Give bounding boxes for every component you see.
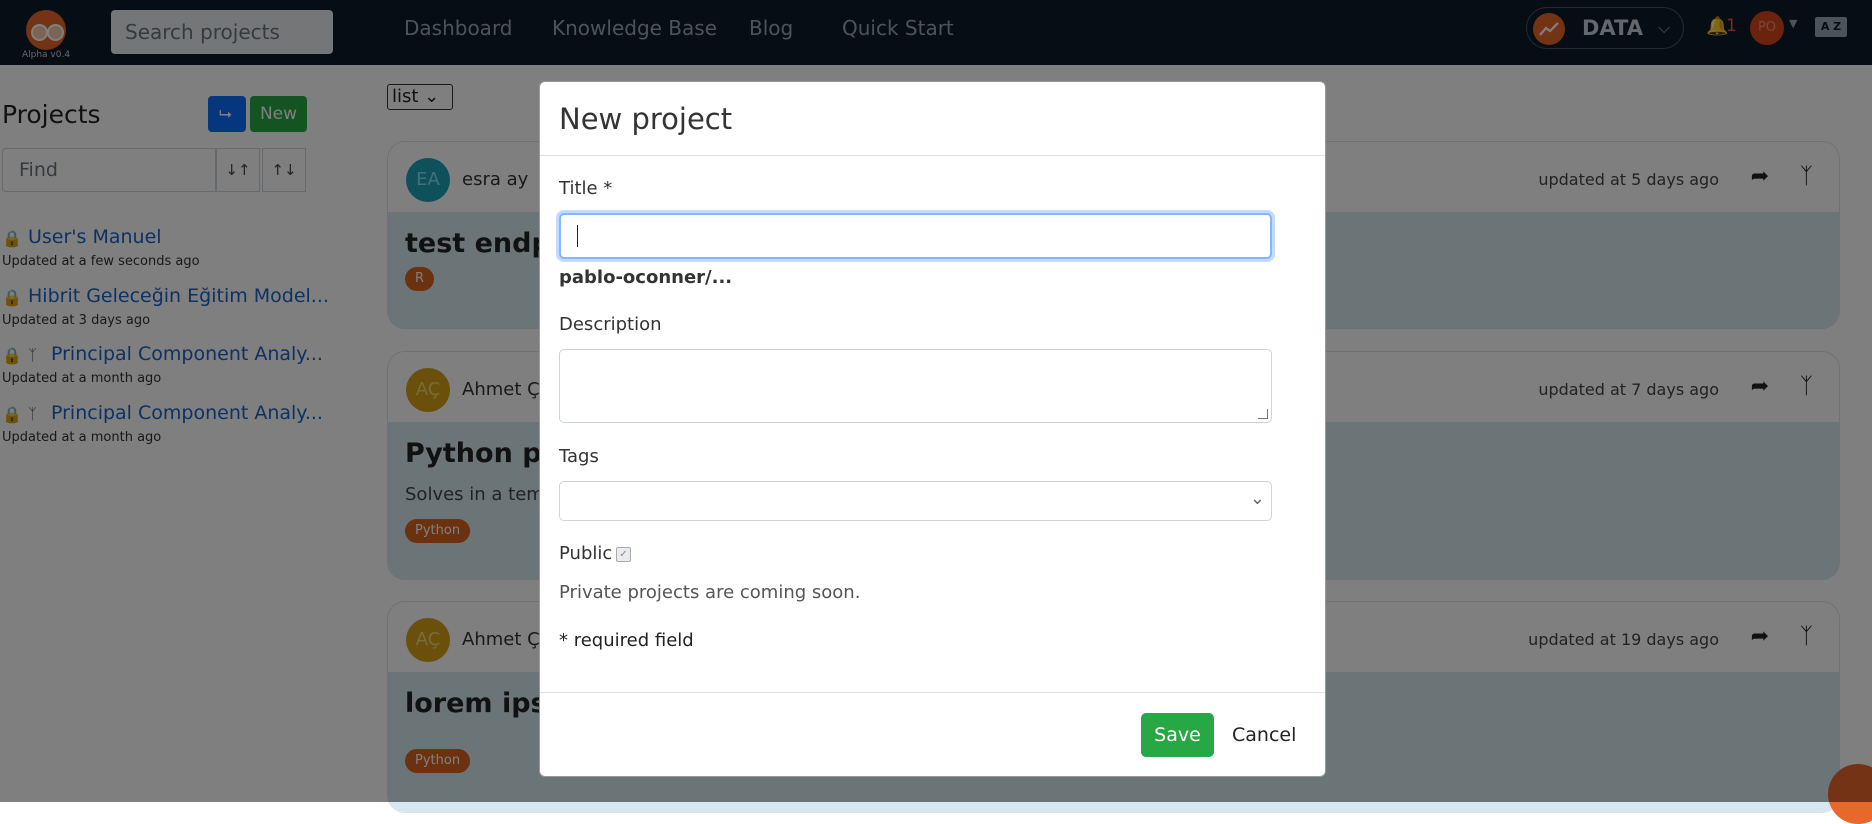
cancel-button[interactable]: Cancel bbox=[1232, 713, 1296, 757]
text-cursor bbox=[577, 225, 578, 247]
new-project-modal: New project Title * pablo-oconner/... De… bbox=[539, 81, 1326, 777]
chevron-down-icon[interactable]: ⌄ bbox=[1250, 488, 1265, 509]
modal-title: New project bbox=[559, 102, 733, 136]
title-input[interactable] bbox=[559, 213, 1272, 259]
description-textarea[interactable] bbox=[559, 349, 1272, 423]
title-label: Title * bbox=[559, 178, 613, 199]
public-label: Public bbox=[559, 543, 613, 564]
public-checkbox[interactable]: ✓ bbox=[616, 547, 631, 562]
modal-header-divider bbox=[540, 155, 1325, 156]
project-slug: pablo-oconner/... bbox=[559, 267, 733, 288]
description-label: Description bbox=[559, 314, 662, 335]
private-note: Private projects are coming soon. bbox=[559, 582, 861, 603]
tags-label: Tags bbox=[559, 446, 599, 467]
required-note: * required field bbox=[559, 630, 694, 651]
resize-handle-icon[interactable] bbox=[1258, 409, 1268, 419]
modal-footer-divider bbox=[540, 692, 1325, 693]
save-button[interactable]: Save bbox=[1141, 713, 1214, 757]
tags-select[interactable]: ⌄ bbox=[559, 481, 1272, 521]
